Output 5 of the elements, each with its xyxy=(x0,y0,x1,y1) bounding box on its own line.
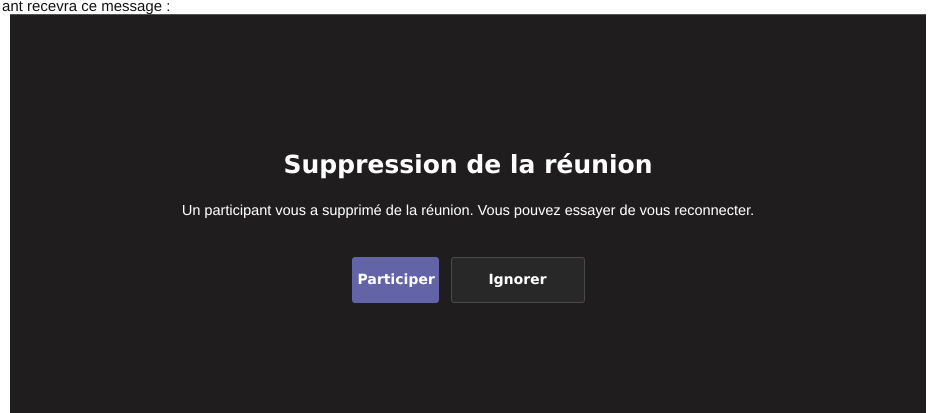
page-text: ant recevra ce message : xyxy=(1,0,172,14)
ignore-button[interactable]: Ignorer xyxy=(450,257,584,303)
join-button[interactable]: Participer xyxy=(352,257,438,303)
dialog-message: Un participant vous a supprimé de la réunion. Vous pouvez essayer de vous reconnecter. xyxy=(182,203,754,219)
dialog-title: Suppression de la réunion xyxy=(283,150,652,179)
